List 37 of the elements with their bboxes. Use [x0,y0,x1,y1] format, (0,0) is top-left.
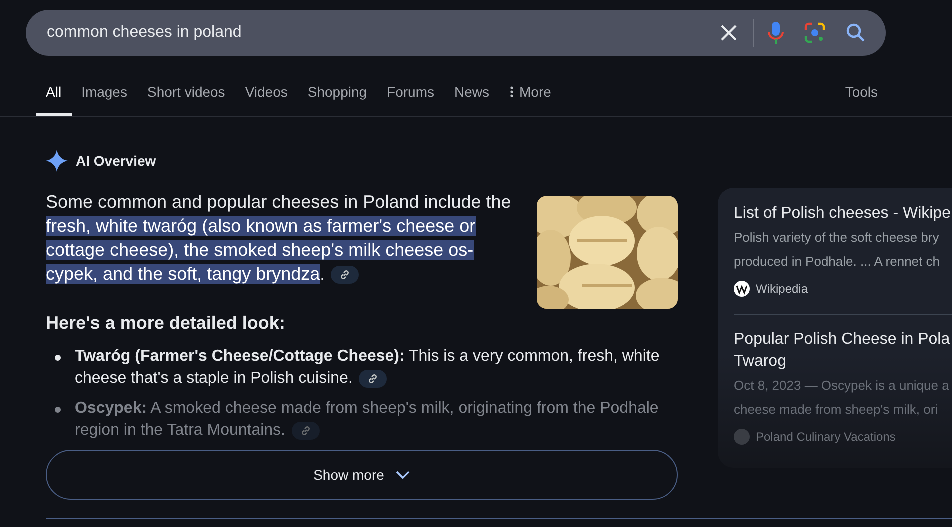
source-snippet: produced in Podhale. ... A rennet ch [734,253,941,271]
section-heading: Here's a more detailed look: [46,313,286,334]
search-tab[interactable]: More [500,84,562,116]
search-bar[interactable]: common cheeses in poland [26,10,886,56]
source-title-link[interactable]: Popular Polish Cheese in Pola Twarog [734,329,952,373]
camera-lens-icon[interactable] [804,22,826,44]
search-tab[interactable]: Videos [235,84,298,116]
close-icon[interactable] [719,23,739,43]
link-icon[interactable] [331,266,360,284]
list-item-text: Twaróg (Farmer's Cheese/Cottage Cheese): This is a very common, fresh, white cheese that's a staple in Polish cuisine. [75,347,661,390]
bullet-icon [55,407,61,413]
microphone-icon[interactable] [768,21,784,45]
site-favicon-icon [734,429,750,445]
search-tab[interactable]: Forums [377,84,444,116]
wikipedia-logo-icon [734,281,750,297]
search-icon[interactable] [846,23,866,43]
tools-tab[interactable]: Tools [845,84,878,116]
source-snippet: Polish variety of the soft cheese bry [734,229,940,247]
search-tab[interactable]: Shopping [298,84,378,116]
chevron-down-icon [396,471,410,479]
bullet-icon [55,355,61,361]
source-snippet: Oct 8, 2023 — Oscypek is a unique a [734,377,950,395]
source-snippet: cheese made from sheep's milk, ori [734,401,940,419]
sparkle-icon [46,150,68,172]
search-tab[interactable]: Images [72,84,138,116]
search-tab[interactable]: All [36,84,72,116]
search-tab[interactable]: Short videos [137,84,236,116]
source-title-link[interactable]: List of Polish cheeses - Wikipe [734,203,952,225]
search-tab[interactable]: News [444,84,500,116]
search-field[interactable]: common cheeses in poland [47,24,699,42]
source-site-name: Wikipedia [756,282,808,296]
source-site-name: Poland Culinary Vacations [756,430,896,444]
menu-dots-icon [510,86,514,98]
link-icon[interactable] [358,370,387,388]
list-item-text: Oscypek: A smoked cheese made from sheep's milk, originating from the Podhale region in the Tatra Mountains. [75,399,660,442]
overview-title: AI Overview [76,153,156,169]
show-more-button[interactable]: Show more [46,450,678,500]
